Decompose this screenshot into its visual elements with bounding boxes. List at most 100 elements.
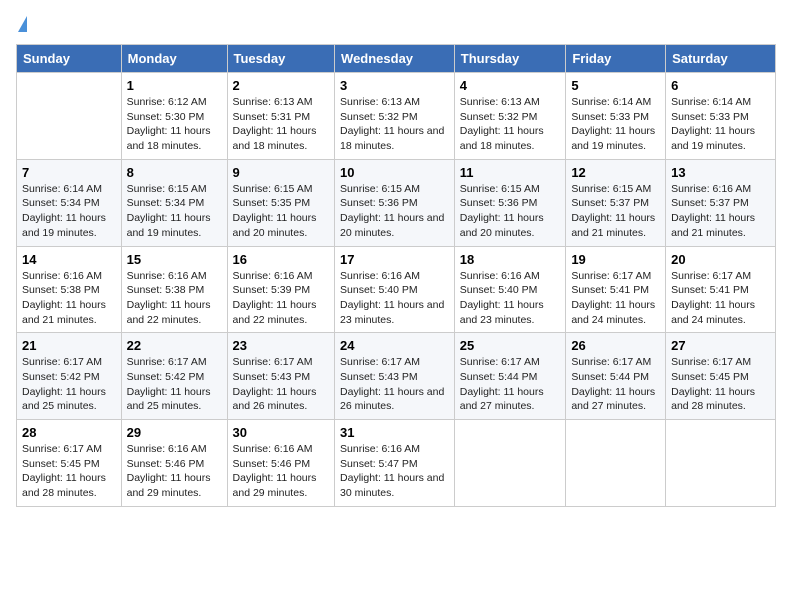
calendar-cell (454, 420, 566, 507)
calendar-cell (566, 420, 666, 507)
day-number: 14 (22, 252, 116, 267)
calendar-cell: 7 Sunrise: 6:14 AMSunset: 5:34 PMDaylight… (17, 159, 122, 246)
day-number: 6 (671, 78, 770, 93)
calendar-week-row: 14 Sunrise: 6:16 AMSunset: 5:38 PMDayligh… (17, 246, 776, 333)
calendar-cell: 8 Sunrise: 6:15 AMSunset: 5:34 PMDaylight… (121, 159, 227, 246)
day-info: Sunrise: 6:17 AMSunset: 5:45 PMDaylight:… (671, 355, 770, 414)
day-number: 22 (127, 338, 222, 353)
calendar-cell: 18 Sunrise: 6:16 AMSunset: 5:40 PMDayligh… (454, 246, 566, 333)
day-number: 17 (340, 252, 449, 267)
day-number: 29 (127, 425, 222, 440)
day-number: 11 (460, 165, 561, 180)
day-info: Sunrise: 6:17 AMSunset: 5:42 PMDaylight:… (22, 355, 116, 414)
day-info: Sunrise: 6:16 AMSunset: 5:38 PMDaylight:… (127, 269, 222, 328)
day-info: Sunrise: 6:15 AMSunset: 5:35 PMDaylight:… (233, 182, 330, 241)
day-info: Sunrise: 6:15 AMSunset: 5:34 PMDaylight:… (127, 182, 222, 241)
day-number: 16 (233, 252, 330, 267)
day-info: Sunrise: 6:14 AMSunset: 5:34 PMDaylight:… (22, 182, 116, 241)
col-header-tuesday: Tuesday (227, 45, 335, 73)
calendar-week-row: 28 Sunrise: 6:17 AMSunset: 5:45 PMDayligh… (17, 420, 776, 507)
calendar-cell: 12 Sunrise: 6:15 AMSunset: 5:37 PMDayligh… (566, 159, 666, 246)
day-number: 23 (233, 338, 330, 353)
col-header-wednesday: Wednesday (335, 45, 455, 73)
calendar-cell: 14Sunrise: 6:16 AMSunset: 5:38 PMDayligh… (17, 246, 122, 333)
calendar-cell: 6Sunrise: 6:14 AMSunset: 5:33 PMDaylight… (666, 73, 776, 160)
day-info: Sunrise: 6:16 AMSunset: 5:40 PMDaylight:… (460, 269, 561, 328)
calendar-cell: 11 Sunrise: 6:15 AMSunset: 5:36 PMDayligh… (454, 159, 566, 246)
calendar-cell: 23 Sunrise: 6:17 AMSunset: 5:43 PMDayligh… (227, 333, 335, 420)
day-info: Sunrise: 6:16 AMSunset: 5:47 PMDaylight:… (340, 442, 449, 501)
calendar-cell: 3 Sunrise: 6:13 AMSunset: 5:32 PMDaylight… (335, 73, 455, 160)
day-info: Sunrise: 6:15 AMSunset: 5:36 PMDaylight:… (460, 182, 561, 241)
calendar-cell: 21 Sunrise: 6:17 AMSunset: 5:42 PMDayligh… (17, 333, 122, 420)
calendar-cell: 17Sunrise: 6:16 AMSunset: 5:40 PMDayligh… (335, 246, 455, 333)
day-info: Sunrise: 6:15 AMSunset: 5:36 PMDaylight:… (340, 182, 449, 241)
calendar-cell: 1 Sunrise: 6:12 AMSunset: 5:30 PMDaylight… (121, 73, 227, 160)
day-number: 20 (671, 252, 770, 267)
day-number: 13 (671, 165, 770, 180)
day-number: 21 (22, 338, 116, 353)
calendar-week-row: 1 Sunrise: 6:12 AMSunset: 5:30 PMDaylight… (17, 73, 776, 160)
col-header-friday: Friday (566, 45, 666, 73)
calendar-cell: 13Sunrise: 6:16 AMSunset: 5:37 PMDayligh… (666, 159, 776, 246)
calendar-cell: 9 Sunrise: 6:15 AMSunset: 5:35 PMDaylight… (227, 159, 335, 246)
calendar-cell: 28 Sunrise: 6:17 AMSunset: 5:45 PMDayligh… (17, 420, 122, 507)
day-number: 9 (233, 165, 330, 180)
day-number: 30 (233, 425, 330, 440)
day-number: 15 (127, 252, 222, 267)
day-number: 10 (340, 165, 449, 180)
day-number: 4 (460, 78, 561, 93)
calendar-cell: 24 Sunrise: 6:17 AMSunset: 5:43 PMDayligh… (335, 333, 455, 420)
day-number: 7 (22, 165, 116, 180)
calendar-cell: 2Sunrise: 6:13 AMSunset: 5:31 PMDaylight… (227, 73, 335, 160)
calendar-cell: 5Sunrise: 6:14 AMSunset: 5:33 PMDaylight… (566, 73, 666, 160)
day-info: Sunrise: 6:17 AMSunset: 5:43 PMDaylight:… (340, 355, 449, 414)
col-header-sunday: Sunday (17, 45, 122, 73)
calendar-cell: 15 Sunrise: 6:16 AMSunset: 5:38 PMDayligh… (121, 246, 227, 333)
day-info: Sunrise: 6:17 AMSunset: 5:43 PMDaylight:… (233, 355, 330, 414)
calendar-cell (666, 420, 776, 507)
calendar-cell (17, 73, 122, 160)
page-header (16, 16, 776, 32)
day-info: Sunrise: 6:13 AMSunset: 5:32 PMDaylight:… (340, 95, 449, 154)
day-number: 24 (340, 338, 449, 353)
calendar-cell: 4Sunrise: 6:13 AMSunset: 5:32 PMDaylight… (454, 73, 566, 160)
day-info: Sunrise: 6:17 AMSunset: 5:44 PMDaylight:… (460, 355, 561, 414)
day-info: Sunrise: 6:17 AMSunset: 5:45 PMDaylight:… (22, 442, 116, 501)
calendar-cell: 10 Sunrise: 6:15 AMSunset: 5:36 PMDayligh… (335, 159, 455, 246)
day-number: 27 (671, 338, 770, 353)
day-number: 2 (233, 78, 330, 93)
day-info: Sunrise: 6:12 AMSunset: 5:30 PMDaylight:… (127, 95, 222, 154)
day-number: 3 (340, 78, 449, 93)
day-number: 26 (571, 338, 660, 353)
day-info: Sunrise: 6:17 AMSunset: 5:44 PMDaylight:… (571, 355, 660, 414)
day-number: 28 (22, 425, 116, 440)
day-info: Sunrise: 6:17 AMSunset: 5:42 PMDaylight:… (127, 355, 222, 414)
day-number: 19 (571, 252, 660, 267)
day-number: 5 (571, 78, 660, 93)
calendar-week-row: 7 Sunrise: 6:14 AMSunset: 5:34 PMDaylight… (17, 159, 776, 246)
day-number: 8 (127, 165, 222, 180)
day-number: 18 (460, 252, 561, 267)
calendar-cell: 30 Sunrise: 6:16 AMSunset: 5:46 PMDayligh… (227, 420, 335, 507)
day-number: 12 (571, 165, 660, 180)
calendar-cell: 16Sunrise: 6:16 AMSunset: 5:39 PMDayligh… (227, 246, 335, 333)
calendar-cell: 31Sunrise: 6:16 AMSunset: 5:47 PMDayligh… (335, 420, 455, 507)
calendar-cell: 27 Sunrise: 6:17 AMSunset: 5:45 PMDayligh… (666, 333, 776, 420)
logo-triangle-icon (18, 16, 27, 32)
day-number: 25 (460, 338, 561, 353)
day-info: Sunrise: 6:16 AMSunset: 5:46 PMDaylight:… (233, 442, 330, 501)
col-header-monday: Monday (121, 45, 227, 73)
day-info: Sunrise: 6:15 AMSunset: 5:37 PMDaylight:… (571, 182, 660, 241)
calendar-cell: 20 Sunrise: 6:17 AMSunset: 5:41 PMDayligh… (666, 246, 776, 333)
logo (16, 16, 27, 32)
calendar-header-row: SundayMondayTuesdayWednesdayThursdayFrid… (17, 45, 776, 73)
day-number: 1 (127, 78, 222, 93)
calendar-cell: 26 Sunrise: 6:17 AMSunset: 5:44 PMDayligh… (566, 333, 666, 420)
day-info: Sunrise: 6:17 AMSunset: 5:41 PMDaylight:… (671, 269, 770, 328)
day-info: Sunrise: 6:16 AMSunset: 5:46 PMDaylight:… (127, 442, 222, 501)
calendar-table: SundayMondayTuesdayWednesdayThursdayFrid… (16, 44, 776, 507)
calendar-week-row: 21 Sunrise: 6:17 AMSunset: 5:42 PMDayligh… (17, 333, 776, 420)
calendar-cell: 29 Sunrise: 6:16 AMSunset: 5:46 PMDayligh… (121, 420, 227, 507)
calendar-cell: 22 Sunrise: 6:17 AMSunset: 5:42 PMDayligh… (121, 333, 227, 420)
